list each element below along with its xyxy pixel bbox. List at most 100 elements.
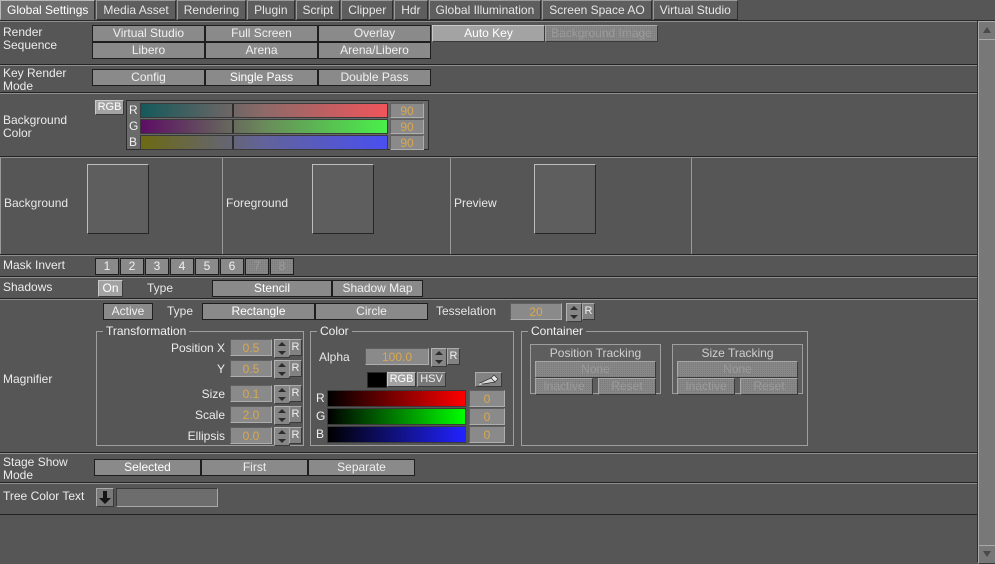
transformation-reset-position-x[interactable]: R [289,339,302,356]
render-sequence-libero-button[interactable]: Libero [92,42,205,59]
foreground-preview-box[interactable] [312,164,374,234]
background-color-channel-b: B 90 [129,135,426,150]
transformation-value-y[interactable]: 0.5 [230,360,272,377]
tab-global-illumination[interactable]: Global Illumination [428,0,542,20]
mask-invert-button-5[interactable]: 5 [195,258,219,275]
transformation-value-size[interactable]: 0.1 [230,385,272,402]
transformation-reset-ellipsis[interactable]: R [289,427,302,444]
shadows-stencil-button[interactable]: Stencil [212,280,332,297]
magnifier-alpha-value[interactable]: 100.0 [365,348,429,365]
render-sequence-overlay-button[interactable]: Overlay [318,25,431,42]
background-color-slider-g[interactable] [140,119,388,134]
render-sequence-auto-key-button[interactable]: Auto Key [432,25,545,42]
tab-hdr[interactable]: Hdr [394,0,428,20]
key-render-mode-single-pass-button[interactable]: Single Pass [205,69,318,86]
transformation-spinner-scale[interactable] [274,406,290,425]
tab-screen-space-ao[interactable]: Screen Space AO [542,0,652,20]
magnifier-active-button[interactable]: Active [103,303,153,320]
magnifier-tesselation-value[interactable]: 20 [510,303,562,320]
shadows-shadow-map-button[interactable]: Shadow Map [332,280,423,297]
mask-invert-button-2[interactable]: 2 [120,258,144,275]
slider-knob[interactable] [232,120,235,133]
tab-global-settings[interactable]: Global Settings [0,0,96,20]
vertical-scrollbar[interactable] [977,21,995,564]
magnifier-alpha-spinner[interactable] [431,348,447,367]
mask-invert-button-6[interactable]: 6 [220,258,244,275]
render-sequence-full-screen-button[interactable]: Full Screen [205,25,318,42]
magnifier-color-slider-g[interactable] [327,408,466,425]
tab-clipper[interactable]: Clipper [341,0,394,20]
background-color-value-b[interactable]: 90 [390,135,424,150]
background-color-slider-b[interactable] [140,135,388,150]
download-arrow-icon[interactable] [96,488,114,507]
magnifier-tesselation-reset-button[interactable]: R [582,303,595,320]
size-tracking-none-button[interactable]: None [677,361,798,378]
background-color-channel-g: G 90 [129,119,426,134]
background-color-value-g[interactable]: 90 [390,119,424,134]
render-sequence-row1: Virtual Studio Full Screen Overlay Auto … [92,25,658,42]
position-tracking-inactive-button[interactable]: Inactive [535,378,593,395]
magnifier-color-slider-b[interactable] [327,426,466,443]
shadows-on-toggle[interactable]: On [98,280,123,297]
position-tracking-none-button[interactable]: None [535,361,656,378]
tree-color-text-input[interactable] [116,488,218,507]
transformation-spinner-ellipsis[interactable] [274,427,290,446]
magnifier-color-swatch[interactable] [367,372,387,388]
transformation-row-scale: Scale 2.0 R [97,406,303,425]
magnifier-color-value-g[interactable]: 0 [469,408,505,425]
position-tracking-reset-button[interactable]: Reset [598,378,656,395]
magnifier-color-channel-r: R0 [316,390,506,407]
transformation-spinner-size[interactable] [274,385,290,404]
scrollbar-thumb[interactable] [978,39,995,546]
preview-preview-box[interactable] [534,164,596,234]
slider-knob[interactable] [232,104,235,117]
background-preview-box[interactable] [87,164,149,234]
scroll-down-arrow-icon[interactable] [978,545,995,564]
magnifier-rectangle-button[interactable]: Rectangle [202,303,315,320]
transformation-value-scale[interactable]: 2.0 [230,406,272,423]
transformation-reset-y[interactable]: R [289,360,302,377]
stage-show-mode-first-button[interactable]: First [201,459,308,476]
background-color-slider-r[interactable] [140,103,388,118]
tab-script[interactable]: Script [295,0,341,20]
magnifier-rgb-button[interactable]: RGB [387,372,416,387]
tab-plugin[interactable]: Plugin [247,0,295,20]
magnifier-tesselation-spinner[interactable] [566,303,582,322]
key-render-mode-config-button[interactable]: Config [92,69,205,86]
transformation-reset-scale[interactable]: R [289,406,302,423]
mask-invert-button-8[interactable]: 8 [270,258,294,275]
magnifier-color-value-r[interactable]: 0 [469,390,505,407]
key-render-mode-double-pass-button[interactable]: Double Pass [318,69,431,86]
transformation-spinner-y[interactable] [274,360,290,379]
transformation-spinner-position-x[interactable] [274,339,290,358]
background-color-rgb-button[interactable]: RGB [95,100,124,115]
transformation-reset-size[interactable]: R [289,385,302,402]
render-sequence-background-image-button[interactable]: Background Image [545,25,658,42]
mask-invert-button-1[interactable]: 1 [95,258,119,275]
size-tracking-reset-button[interactable]: Reset [740,378,798,395]
magnifier-hsv-button[interactable]: HSV [417,372,446,387]
magnifier-color-slider-r[interactable] [327,390,466,407]
mask-invert-button-3[interactable]: 3 [145,258,169,275]
tab-media-asset[interactable]: Media Asset [96,0,176,20]
size-tracking-inactive-button[interactable]: Inactive [677,378,735,395]
render-sequence-arena-button[interactable]: Arena [205,42,318,59]
transformation-value-ellipsis[interactable]: 0.0 [230,427,272,444]
mask-invert-button-7[interactable]: 7 [245,258,269,275]
background-color-value-r[interactable]: 90 [390,103,424,118]
background-color-sliders: R 90 G 90 B 90 [126,100,429,150]
magnifier-color-value-b[interactable]: 0 [469,426,505,443]
magnifier-circle-button[interactable]: Circle [315,303,428,320]
stage-show-mode-selected-button[interactable]: Selected [94,459,201,476]
scroll-up-arrow-icon[interactable] [978,21,995,40]
transformation-value-position-x[interactable]: 0.5 [230,339,272,356]
stage-show-mode-separate-button[interactable]: Separate [308,459,415,476]
magnifier-eyedropper-icon[interactable] [475,372,502,387]
mask-invert-button-4[interactable]: 4 [170,258,194,275]
tab-virtual-studio[interactable]: Virtual Studio [652,0,738,20]
slider-knob[interactable] [232,136,235,149]
tab-rendering[interactable]: Rendering [176,0,247,20]
magnifier-alpha-reset-button[interactable]: R [447,348,460,365]
render-sequence-arena-libero-button[interactable]: Arena/Libero [318,42,431,59]
render-sequence-virtual-studio-button[interactable]: Virtual Studio [92,25,205,42]
